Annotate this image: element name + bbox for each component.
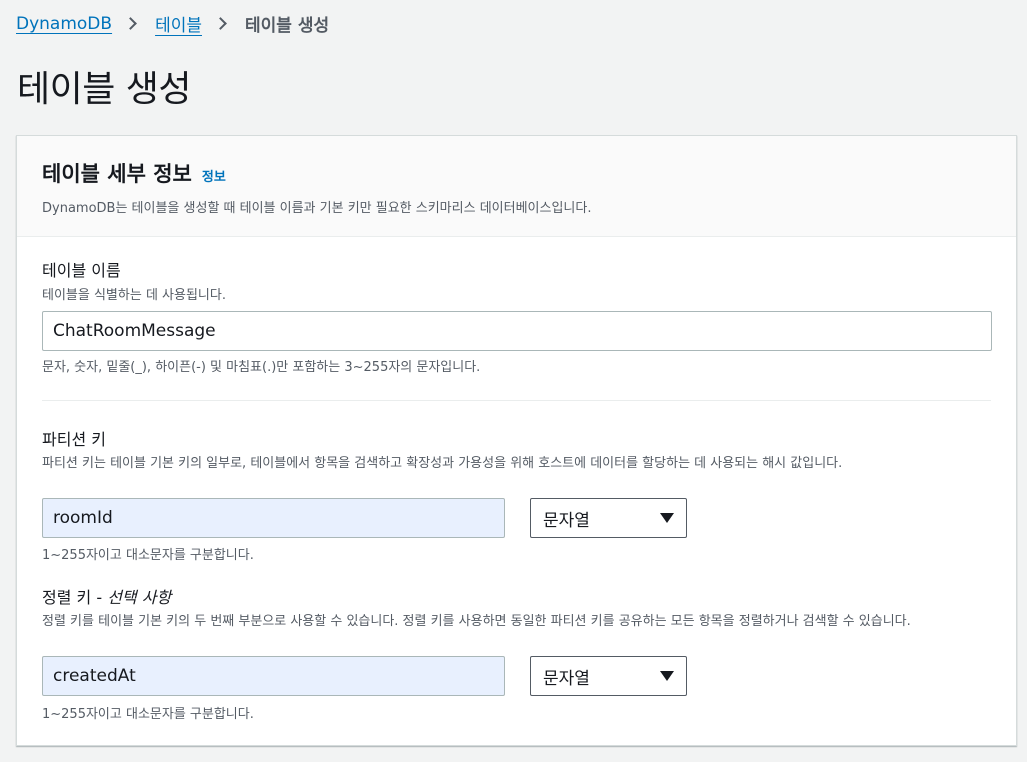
chevron-right-icon: [124, 17, 137, 30]
table-name-input[interactable]: ChatRoomMessage: [42, 311, 992, 351]
breadcrumb-current: 테이블 생성: [244, 16, 330, 36]
partition-key-type-select[interactable]: 문자열: [530, 498, 687, 538]
table-name-label: 테이블 이름: [42, 261, 121, 280]
partition-key-type-value: 문자열: [543, 510, 590, 531]
partition-key-hint: 1~255자이고 대소문자를 구분합니다.: [42, 548, 254, 563]
sort-key-label-text: 정렬 키 -: [42, 588, 108, 607]
panel-title-row: 테이블 세부 정보 정보: [42, 158, 991, 188]
sort-key-label: 정렬 키 - 선택 사항: [42, 584, 991, 608]
sort-key-optional-text: 선택 사항: [107, 588, 172, 607]
table-name-field: 테이블 이름 테이블을 식별하는 데 사용됩니다.: [42, 257, 991, 305]
partition-key-description: 파티션 키는 테이블 기본 키의 일부로, 테이블에서 항목을 검색하고 확장성…: [42, 456, 843, 471]
breadcrumb-dynamodb-link[interactable]: DynamoDB: [16, 14, 112, 34]
panel-header: 테이블 세부 정보 정보 DynamoDB는 테이블을 생성할 때 테이블 이름…: [17, 136, 1016, 237]
partition-key-field: 파티션 키 파티션 키는 테이블 기본 키의 일부로, 테이블에서 항목을 검색…: [42, 426, 991, 473]
table-details-panel: 테이블 세부 정보 정보 DynamoDB는 테이블을 생성할 때 테이블 이름…: [16, 135, 1017, 746]
breadcrumb-tables-link[interactable]: 테이블: [155, 11, 202, 36]
sort-key-type-value: 문자열: [543, 668, 590, 689]
breadcrumb: DynamoDB 테이블 테이블 생성: [16, 11, 330, 37]
sort-key-field: 정렬 키 - 선택 사항 정렬 키를 테이블 기본 키의 두 번째 부분으로 사…: [42, 584, 991, 631]
section-divider: [42, 400, 991, 401]
info-link[interactable]: 정보: [202, 166, 226, 185]
caret-down-icon: [660, 513, 674, 523]
table-name-description: 테이블을 식별하는 데 사용됩니다.: [42, 288, 226, 303]
table-name-hint: 문자, 숫자, 밑줄(_), 하이픈(-) 및 마침표(.)만 포함하는 3~2…: [42, 360, 481, 375]
sort-key-hint: 1~255자이고 대소문자를 구분합니다.: [42, 707, 254, 722]
partition-key-input[interactable]: roomId: [42, 498, 505, 538]
panel-description: DynamoDB는 테이블을 생성할 때 테이블 이름과 기본 키만 필요한 스…: [42, 201, 592, 216]
panel-title: 테이블 세부 정보: [42, 162, 192, 186]
sort-key-input[interactable]: createdAt: [42, 656, 505, 696]
chevron-right-icon: [214, 17, 227, 30]
caret-down-icon: [660, 671, 674, 681]
sort-key-type-select[interactable]: 문자열: [530, 656, 687, 696]
sort-key-description: 정렬 키를 테이블 기본 키의 두 번째 부분으로 사용할 수 있습니다. 정렬…: [42, 614, 911, 629]
partition-key-label: 파티션 키: [42, 430, 106, 449]
page-title: 테이블 생성: [17, 69, 192, 110]
